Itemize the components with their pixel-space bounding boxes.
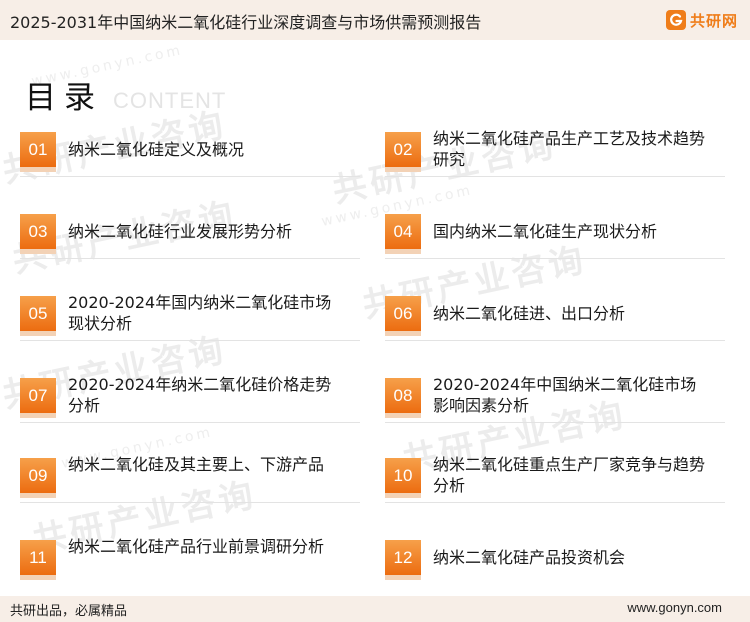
divider bbox=[385, 258, 725, 259]
divider bbox=[385, 340, 725, 341]
chapter-number: 06 bbox=[385, 296, 421, 336]
chapter-title: 纳米二氧化硅产品生产工艺及技术趋势研究 bbox=[433, 129, 706, 169]
footer-slogan: 共研出品，必属精品 bbox=[10, 604, 128, 619]
toc-item[interactable]: 03 纳米二氧化硅行业发展形势分析 bbox=[20, 214, 350, 254]
toc-item[interactable]: 02 纳米二氧化硅产品生产工艺及技术趋势研究 bbox=[385, 129, 715, 172]
toc-item[interactable]: 09 纳米二氧化硅及其主要上、下游产品 bbox=[20, 455, 350, 498]
toc-title: 目录 bbox=[25, 80, 103, 116]
header-bar: 2025-2031年中国纳米二氧化硅行业深度调查与市场供需预测报告 共研网 bbox=[0, 0, 750, 40]
divider bbox=[385, 422, 725, 423]
chapter-number: 11 bbox=[20, 540, 56, 580]
divider bbox=[20, 422, 360, 423]
chapter-number: 01 bbox=[20, 132, 56, 172]
chapter-title: 纳米二氧化硅重点生产厂家竞争与趋势分析 bbox=[433, 455, 706, 495]
toc-item[interactable]: 01 纳米二氧化硅定义及概况 bbox=[20, 132, 350, 172]
chapter-title: 纳米二氧化硅产品投资机会 bbox=[433, 548, 626, 567]
brand-name: 共研网 bbox=[689, 11, 738, 30]
divider bbox=[20, 340, 360, 341]
toc-subtitle: CONTENT bbox=[113, 88, 227, 113]
chapter-number: 10 bbox=[385, 458, 421, 498]
gongyan-logo-icon bbox=[665, 10, 686, 30]
chapter-title: 纳米二氧化硅及其主要上、下游产品 bbox=[68, 455, 325, 474]
chapter-title: 2020-2024年国内纳米二氧化硅市场现状分析 bbox=[68, 293, 332, 333]
chapter-number: 04 bbox=[385, 214, 421, 254]
chapter-number: 02 bbox=[385, 132, 421, 172]
divider bbox=[385, 502, 725, 503]
chapter-number: 03 bbox=[20, 214, 56, 254]
toc-item[interactable]: 11 纳米二氧化硅产品行业前景调研分析 bbox=[20, 537, 350, 580]
chapter-number: 05 bbox=[20, 296, 56, 336]
chapter-number: 09 bbox=[20, 458, 56, 498]
chapter-title: 纳米二氧化硅定义及概况 bbox=[68, 140, 245, 159]
divider bbox=[20, 176, 360, 177]
chapter-number: 12 bbox=[385, 540, 421, 580]
footer-url[interactable]: www.gonyn.com bbox=[627, 600, 722, 615]
divider bbox=[20, 258, 360, 259]
toc-item[interactable]: 06 纳米二氧化硅进、出口分析 bbox=[385, 296, 715, 336]
chapter-title: 纳米二氧化硅行业发展形势分析 bbox=[68, 222, 293, 241]
report-title: 2025-2031年中国纳米二氧化硅行业深度调查与市场供需预测报告 bbox=[10, 13, 482, 32]
chapter-title: 2020-2024年中国纳米二氧化硅市场影响因素分析 bbox=[433, 375, 697, 415]
chapter-number: 08 bbox=[385, 378, 421, 418]
toc-item[interactable]: 10 纳米二氧化硅重点生产厂家竞争与趋势分析 bbox=[385, 455, 715, 498]
chapter-title: 国内纳米二氧化硅生产现状分析 bbox=[433, 222, 658, 241]
chapter-number: 07 bbox=[20, 378, 56, 418]
chapter-title: 2020-2024年纳米二氧化硅价格走势分析 bbox=[68, 375, 332, 415]
toc-item[interactable]: 12 纳米二氧化硅产品投资机会 bbox=[385, 540, 715, 580]
chapter-title: 纳米二氧化硅产品行业前景调研分析 bbox=[68, 537, 325, 556]
toc-item[interactable]: 08 2020-2024年中国纳米二氧化硅市场影响因素分析 bbox=[385, 375, 715, 418]
divider bbox=[385, 176, 725, 177]
toc-item[interactable]: 05 2020-2024年国内纳米二氧化硅市场现状分析 bbox=[20, 293, 350, 336]
toc-heading: 目录 CONTENT bbox=[25, 72, 226, 117]
toc-item[interactable]: 07 2020-2024年纳米二氧化硅价格走势分析 bbox=[20, 375, 350, 418]
toc-item[interactable]: 04 国内纳米二氧化硅生产现状分析 bbox=[385, 214, 715, 254]
footer-bar: 共研出品，必属精品 www.gonyn.com bbox=[0, 596, 750, 622]
brand: 共研网 bbox=[665, 8, 738, 32]
chapter-title: 纳米二氧化硅进、出口分析 bbox=[433, 304, 626, 323]
divider bbox=[20, 502, 360, 503]
